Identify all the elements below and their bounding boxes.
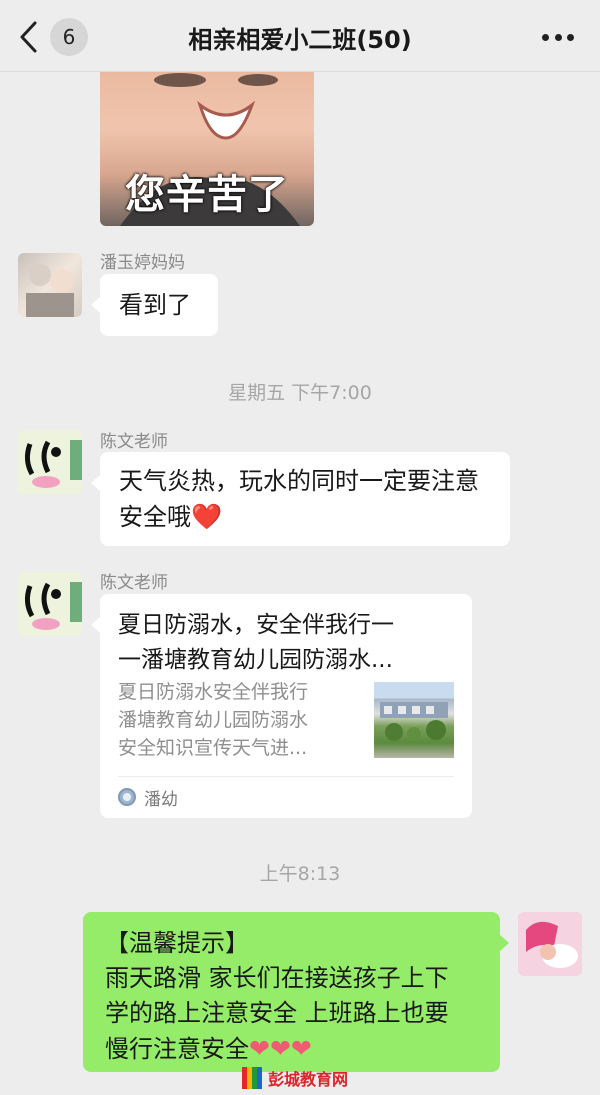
- source-name: 潘幼: [144, 789, 178, 810]
- avatar[interactable]: [518, 912, 582, 976]
- avatar[interactable]: [18, 430, 82, 494]
- card-title: 夏日防溺水，安全伴我行一 一潘塘教育幼儿园防溺水...: [118, 608, 458, 678]
- avatar[interactable]: [18, 253, 82, 317]
- sender-name: 潘玉婷妈妈: [100, 253, 185, 273]
- message-bubble[interactable]: 【温馨提示】 雨天路滑 家长们在接送孩子上下 学的路上注意安全 上班路上也要 慢…: [83, 912, 509, 1072]
- card-description: 夏日防溺水安全伴我行 潘塘教育幼儿园防溺水 安全知识宣传天气进...: [118, 678, 350, 762]
- message-text: 慢行注意安全: [105, 1035, 249, 1063]
- divider: [118, 776, 454, 777]
- message-text: 【温馨提示】: [105, 929, 249, 957]
- message-text: 看到了: [119, 291, 191, 319]
- chat-title: 相亲相爱小二班(50): [188, 26, 412, 54]
- timestamp: 星期五 下午7:00: [228, 382, 372, 404]
- link-card[interactable]: 夏日防溺水，安全伴我行一 一潘塘教育幼儿园防溺水... 夏日防溺水安全伴我行 潘…: [91, 594, 472, 818]
- message-bubble[interactable]: 看到了: [91, 274, 218, 336]
- card-desc-line: 夏日防溺水安全伴我行: [118, 681, 309, 703]
- source-logo-icon: [118, 788, 136, 806]
- sticker-image[interactable]: 您辛苦了: [100, 50, 314, 226]
- watermark: 彭城教育网: [242, 1066, 348, 1090]
- timestamp: 上午8:13: [259, 863, 341, 885]
- message-text: 学的路上注意安全 上班路上也要: [105, 999, 449, 1027]
- sender-name: 陈文老师: [100, 573, 168, 593]
- card-desc-line: 潘塘教育幼儿园防溺水: [118, 709, 309, 731]
- card-title-line: 一潘塘教育幼儿园防溺水...: [118, 647, 393, 673]
- card-source: 潘幼: [118, 784, 178, 810]
- heart-emoji: ❤️: [191, 502, 223, 531]
- message-text: 天气炎热，玩水的同时一定要注意安全哦: [119, 467, 479, 531]
- heart-emoji: ❤❤❤: [249, 1034, 312, 1063]
- nav-bar: 6 相亲相爱小二班(50): [0, 0, 600, 72]
- watermark-logo-icon: [242, 1067, 262, 1089]
- card-desc-line: 安全知识宣传天气进...: [118, 737, 308, 759]
- message-bubble[interactable]: 天气炎热，玩水的同时一定要注意安全哦❤️: [91, 452, 510, 546]
- card-thumbnail: [374, 682, 454, 758]
- watermark-text: 彭城教育网: [268, 1070, 349, 1089]
- sticker-caption: 您辛苦了: [125, 172, 289, 218]
- avatar[interactable]: [18, 572, 82, 636]
- card-title-line: 夏日防溺水，安全伴我行一: [118, 612, 394, 638]
- sender-name: 陈文老师: [100, 432, 168, 452]
- more-dots-icon[interactable]: [542, 25, 574, 49]
- message-text: 雨天路滑 家长们在接送孩子上下: [105, 964, 449, 992]
